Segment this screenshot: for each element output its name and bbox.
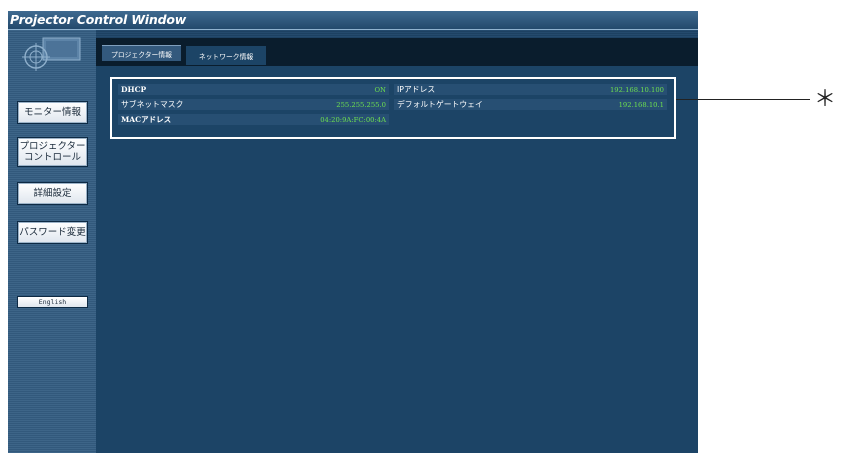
tab-projector-info[interactable]: プロジェクター情報 <box>102 45 181 61</box>
sidebar: モニター情報 プロジェクター コントロール 詳細設定 パスワード変更 Engli… <box>8 30 96 453</box>
english-language-button[interactable]: English <box>17 296 88 308</box>
tab-network-info[interactable]: ネットワーク情報 <box>186 46 266 65</box>
default-gateway-value: 192.168.10.1 <box>618 100 664 109</box>
network-info-panel: DHCP ON IPアドレス 192.168.10.100 サブネットマスク 2… <box>110 77 676 139</box>
subnet-mask-label: サブネットマスク <box>121 100 184 109</box>
subnet-mask-value: 255.255.255.0 <box>336 100 386 109</box>
dhcp-value: ON <box>374 85 386 94</box>
projector-control-button[interactable]: プロジェクター コントロール <box>17 137 88 167</box>
ip-address-row: IPアドレス 192.168.10.100 <box>394 84 667 95</box>
default-gateway-label: デフォルトゲートウェイ <box>397 100 483 109</box>
monitor-info-button[interactable]: モニター情報 <box>17 101 88 124</box>
window-title: Projector Control Window <box>10 12 187 27</box>
tab-bar: プロジェクター情報 ネットワーク情報 <box>96 38 698 66</box>
mac-address-row: MACアドレス 04:20:9A:FC:00:4A <box>118 114 389 125</box>
dhcp-label: DHCP <box>121 85 147 94</box>
password-change-button[interactable]: パスワード変更 <box>17 221 88 244</box>
callout-asterisk: ＊ <box>814 87 837 112</box>
mac-address-value: 04:20:9A:FC:00:4A <box>320 115 386 124</box>
callout-line <box>676 99 810 100</box>
title-bar: Projector Control Window <box>8 11 698 30</box>
ip-address-value: 192.168.10.100 <box>609 85 664 94</box>
dhcp-row: DHCP ON <box>118 84 389 95</box>
detailed-settings-button[interactable]: 詳細設定 <box>17 182 88 205</box>
subnet-mask-row: サブネットマスク 255.255.255.0 <box>118 99 389 110</box>
ip-address-label: IPアドレス <box>397 85 436 94</box>
mac-address-label: MACアドレス <box>121 115 172 124</box>
default-gateway-row: デフォルトゲートウェイ 192.168.10.1 <box>394 99 667 110</box>
globe-logo-icon <box>22 37 81 71</box>
